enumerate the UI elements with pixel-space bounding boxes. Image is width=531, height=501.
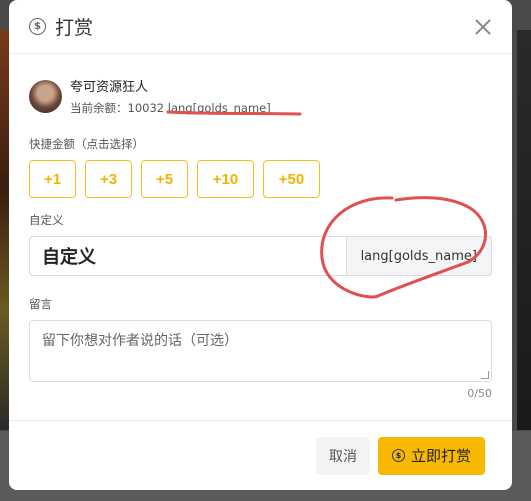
message-placeholder: 留下你想对作者说的话（可选）: [42, 333, 238, 349]
quick-amount-button-50[interactable]: +50: [263, 160, 320, 198]
author-info: 夸可资源狂人 当前余额：10032 lang[golds_name]: [29, 76, 492, 116]
resize-handle-icon[interactable]: [481, 371, 489, 379]
custom-amount-label: 自定义: [29, 213, 64, 227]
custom-amount-input[interactable]: 自定义: [29, 236, 346, 276]
avatar: [29, 79, 62, 113]
quick-amount-options: +1 +3 +5 +10 +50: [29, 160, 492, 198]
confirm-tip-button[interactable]: $ 立即打赏: [377, 436, 485, 475]
dialog-title: 打赏: [55, 17, 94, 39]
balance-label: 当前余额：: [70, 101, 128, 115]
dialog-body: 夸可资源狂人 当前余额：10032 lang[golds_name] 快捷金额（…: [9, 54, 512, 400]
quick-amount-button-5[interactable]: +5: [141, 160, 188, 198]
coin-icon: $: [29, 18, 46, 35]
balance-text: 当前余额：10032 lang[golds_name]: [70, 100, 271, 116]
background-page-right: [517, 30, 531, 430]
coin-icon: $: [391, 449, 405, 462]
message-counter: 0/50: [467, 387, 492, 400]
dialog-header: $ 打赏: [9, 0, 512, 54]
quick-amount-button-10[interactable]: +10: [197, 160, 254, 198]
custom-amount-group: 自定义 lang[golds_name]: [29, 236, 492, 276]
cancel-button[interactable]: 取消: [315, 436, 370, 475]
balance-unit: lang[golds_name]: [167, 101, 271, 115]
balance-value: 10032: [127, 101, 165, 115]
message-textarea[interactable]: 留下你想对作者说的话（可选）: [29, 320, 492, 382]
tip-dialog: $ 打赏 夸可资源狂人 当前余额：10032 lang[golds_name] …: [9, 0, 512, 490]
confirm-tip-label: 立即打赏: [410, 447, 471, 465]
message-label: 留言: [29, 297, 52, 311]
close-icon[interactable]: [472, 16, 494, 38]
quick-amount-button-1[interactable]: +1: [29, 160, 76, 198]
author-name: 夸可资源狂人: [70, 80, 149, 95]
quick-amount-button-3[interactable]: +3: [85, 160, 132, 198]
dialog-footer: 取消 $ 立即打赏: [9, 420, 512, 490]
quick-amount-label: 快捷金额（点击选择）: [29, 137, 144, 151]
custom-amount-unit: lang[golds_name]: [345, 236, 492, 276]
